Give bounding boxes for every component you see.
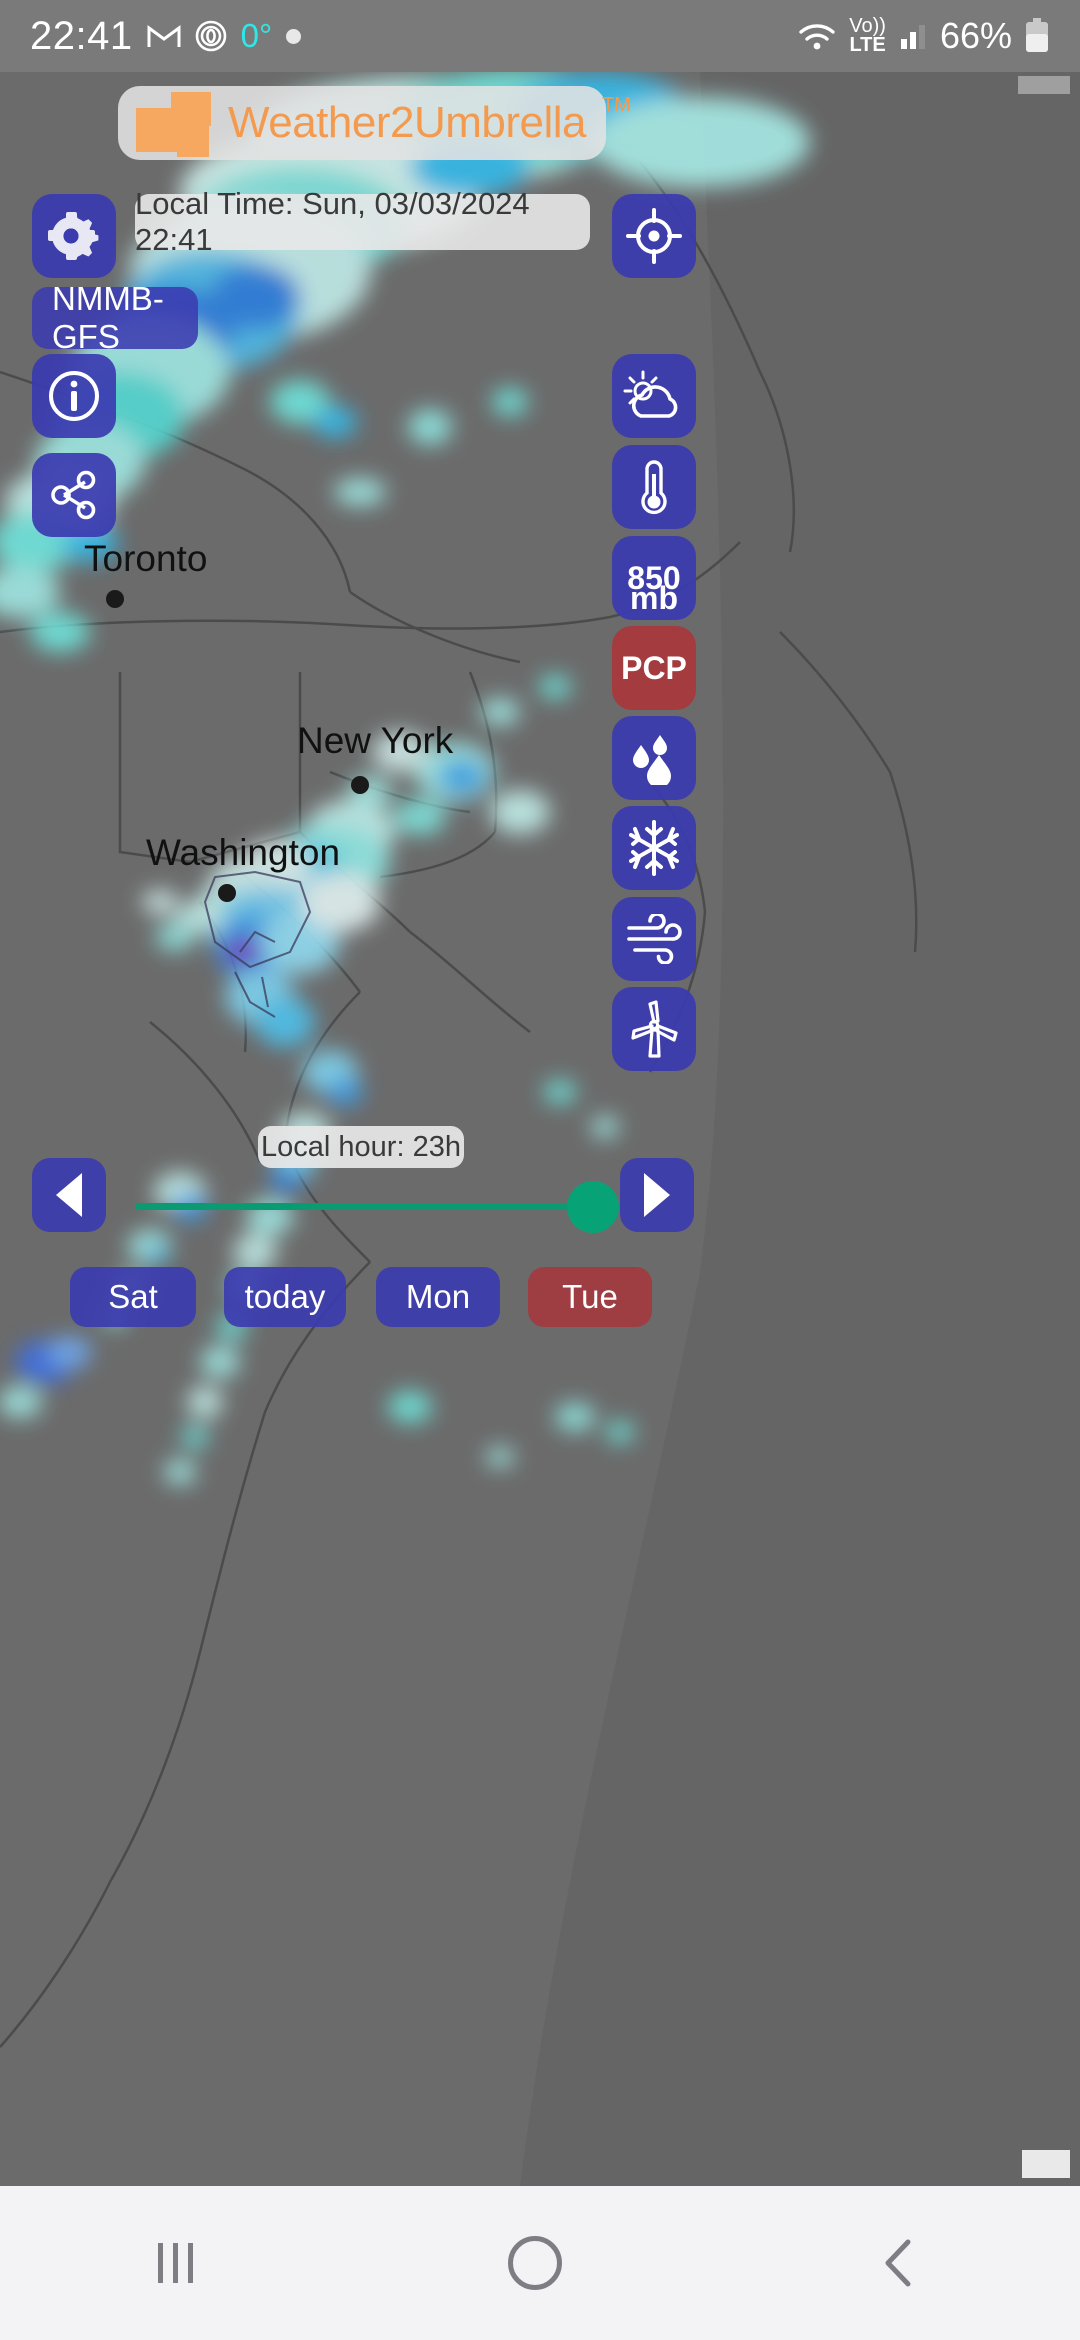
fingerprint-icon — [195, 20, 226, 52]
locate-me-button[interactable] — [612, 194, 696, 278]
snowflake-icon — [629, 820, 679, 876]
day-label-mon: Mon — [405, 1278, 471, 1315]
recents-icon[interactable] — [157, 2243, 193, 2283]
local-time-text: Local Time: Sun, 03/03/2024 22:41 — [135, 186, 530, 257]
settings-button[interactable] — [32, 194, 116, 278]
local-time-banner: Local Time: Sun, 03/03/2024 22:41 — [135, 186, 590, 257]
day-label-today: today — [244, 1278, 326, 1315]
triangle-right-icon — [644, 1173, 670, 1217]
precipitation-layer-button[interactable]: PCP — [612, 626, 696, 710]
city-dot-new-york — [351, 776, 369, 794]
trademark-symbol: TM — [602, 94, 631, 116]
battery-percent: 66% — [939, 15, 1012, 56]
weather-model-button[interactable]: NMMB-GFS — [32, 280, 198, 355]
wind-turbine-icon — [631, 1000, 678, 1058]
snow-layer-button[interactable] — [612, 806, 696, 890]
day-label-sat: Sat — [108, 1278, 158, 1315]
gmail-icon — [147, 25, 181, 47]
pressure-850mb-button[interactable]: 850 mb — [612, 536, 696, 620]
day-label-tue: Tue — [562, 1278, 618, 1315]
rain-layer-button[interactable] — [612, 716, 696, 800]
home-icon[interactable] — [508, 2236, 563, 2290]
thermometer-icon — [641, 460, 667, 515]
app-root: 22:41 0° Vo)) LTE 66% Toronto New York W… — [0, 0, 1080, 2340]
gear-icon — [48, 212, 99, 260]
share-button[interactable] — [32, 453, 116, 537]
time-slider-track[interactable] — [135, 1203, 600, 1210]
status-temperature: 0° — [240, 17, 273, 54]
info-circle-icon — [49, 371, 99, 421]
status-clock: 22:41 — [30, 13, 133, 58]
sun-cloud-icon — [623, 370, 678, 418]
time-slider-thumb[interactable] — [567, 1181, 619, 1233]
weather-model-label: NMMB-GFS — [52, 280, 164, 355]
cellular-signal-icon — [900, 25, 925, 49]
wind-layer-button[interactable] — [612, 897, 696, 981]
dot-indicator-icon — [286, 28, 302, 44]
weather2umbrella-logo-icon — [136, 92, 212, 157]
crosshair-gps-icon — [626, 208, 682, 264]
day-button-today[interactable]: today — [224, 1267, 346, 1327]
map-attribution — [1022, 2150, 1070, 2178]
weather-map[interactable]: Toronto New York Washington — [0, 72, 1080, 2186]
day-button-sat[interactable]: Sat — [70, 1267, 196, 1327]
day-button-tue[interactable]: Tue — [528, 1267, 652, 1327]
clouds-layer-button[interactable] — [612, 354, 696, 438]
status-bar-left: 22:41 0° — [30, 13, 302, 59]
map-attribution-top — [1018, 76, 1070, 94]
back-icon[interactable] — [878, 2236, 922, 2290]
next-hour-button[interactable] — [620, 1158, 694, 1232]
info-button[interactable] — [32, 354, 116, 438]
triangle-left-icon — [56, 1173, 82, 1217]
android-status-bar: 22:41 0° Vo)) LTE 66% — [0, 0, 1080, 72]
pressure-level-unit: mb — [630, 580, 678, 616]
city-dot-toronto — [106, 590, 124, 608]
city-dot-washington — [218, 884, 236, 902]
wind-icon — [627, 914, 682, 964]
app-title: Weather2Umbrella — [228, 98, 587, 147]
battery-icon — [1026, 18, 1048, 52]
wind-turbine-button[interactable] — [612, 987, 696, 1071]
city-label-toronto: Toronto — [84, 538, 208, 579]
local-hour-badge: Local hour: 23h — [258, 1126, 464, 1168]
day-button-mon[interactable]: Mon — [376, 1267, 500, 1327]
app-title-bar: Weather2Umbrella TM — [118, 86, 631, 160]
volte-line-2: LTE — [849, 34, 886, 56]
wifi-icon — [799, 24, 835, 50]
city-label-new-york: New York — [297, 720, 454, 761]
city-label-washington: Washington — [146, 832, 341, 873]
status-bar-right: Vo)) LTE 66% — [797, 15, 1050, 57]
temperature-layer-button[interactable] — [612, 445, 696, 529]
share-nodes-icon — [51, 470, 96, 520]
map-canvas — [0, 72, 1080, 2186]
precipitation-label: PCP — [621, 650, 687, 686]
local-hour-text: Local hour: 23h — [261, 1130, 461, 1163]
android-navigation-bar — [0, 2186, 1080, 2340]
raindrops-icon — [633, 735, 671, 785]
volte-indicator: Vo)) LTE — [849, 16, 886, 56]
previous-hour-button[interactable] — [32, 1158, 106, 1232]
